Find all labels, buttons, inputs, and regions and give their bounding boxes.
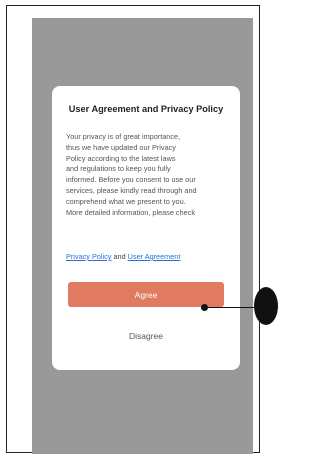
disagree-button-label: Disagree: [128, 331, 164, 341]
privacy-policy-link[interactable]: Privacy Policy: [66, 252, 111, 261]
annotation-marker: [254, 287, 278, 325]
body-line: informed. Before you consent to use our: [66, 175, 196, 185]
disagree-button[interactable]: Disagree: [68, 328, 224, 344]
app-screen-dimmed-overlay: User Agreement and Privacy Policy Your p…: [32, 18, 253, 454]
annotation-pointer-line: [206, 307, 256, 308]
annotation-pointer-dot: [201, 304, 208, 311]
agree-button[interactable]: Agree: [68, 282, 224, 307]
dialog-body: Your privacy is of great importance, thu…: [66, 132, 230, 218]
body-line: comprehend what we present to you.: [66, 196, 186, 206]
policy-links: Privacy Policy and User Agreement: [66, 252, 180, 261]
body-line: Policy according to the latest laws: [66, 153, 176, 163]
user-agreement-link[interactable]: User Agreement: [128, 252, 181, 261]
body-line: thus we have updated our Privacy: [66, 142, 176, 152]
screenshot-frame: User Agreement and Privacy Policy Your p…: [6, 5, 260, 454]
body-line: and regulations to keep you fully: [66, 164, 171, 174]
agree-button-label: Agree: [134, 289, 158, 300]
body-line: services, please kindly read through and: [66, 185, 197, 195]
privacy-dialog: User Agreement and Privacy Policy Your p…: [52, 86, 240, 370]
body-line: More detailed information, please check: [66, 207, 195, 217]
dialog-title: User Agreement and Privacy Policy: [68, 104, 224, 114]
body-line: Your privacy is of great importance,: [66, 132, 181, 141]
and-text: and: [113, 252, 126, 261]
